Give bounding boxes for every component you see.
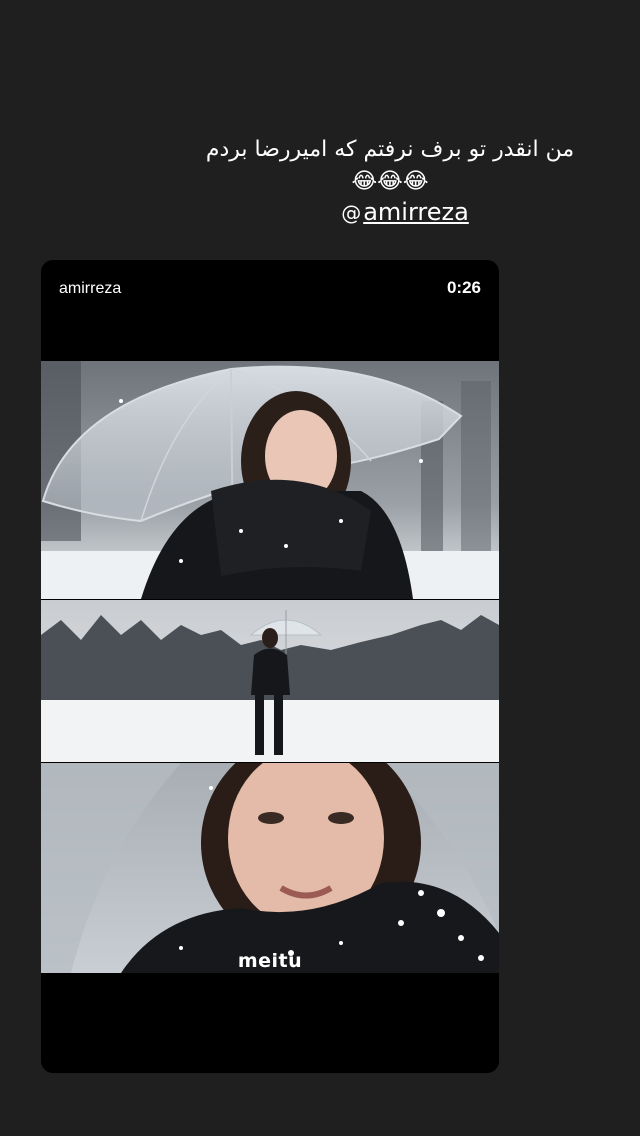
shared-reel-card[interactable]: amirreza 0:26 meitu [41, 260, 499, 1073]
caption-text: من انقدر تو برف نرفتم که امیررضا بردم [205, 137, 575, 162]
mention-sticker[interactable]: @amirreza [320, 198, 490, 226]
story-caption: من انقدر تو برف نرفتم که امیررضا بردم 😂😂… [180, 134, 600, 198]
reel-duration: 0:26 [446, 278, 481, 297]
video-frame-closeup [41, 763, 499, 973]
mention-username: amirreza [363, 198, 469, 226]
story-screen: من انقدر تو برف نرفتم که امیررضا بردم 😂😂… [0, 0, 640, 1136]
threads-icon: @ [341, 201, 362, 225]
reel-username[interactable]: amirreza [59, 280, 121, 298]
video-frame-snowy-field [41, 600, 499, 762]
meitu-watermark: meitu [237, 950, 303, 972]
video-frame-umbrella-portrait [41, 361, 499, 599]
caption-emojis: 😂😂😂 [351, 169, 429, 194]
